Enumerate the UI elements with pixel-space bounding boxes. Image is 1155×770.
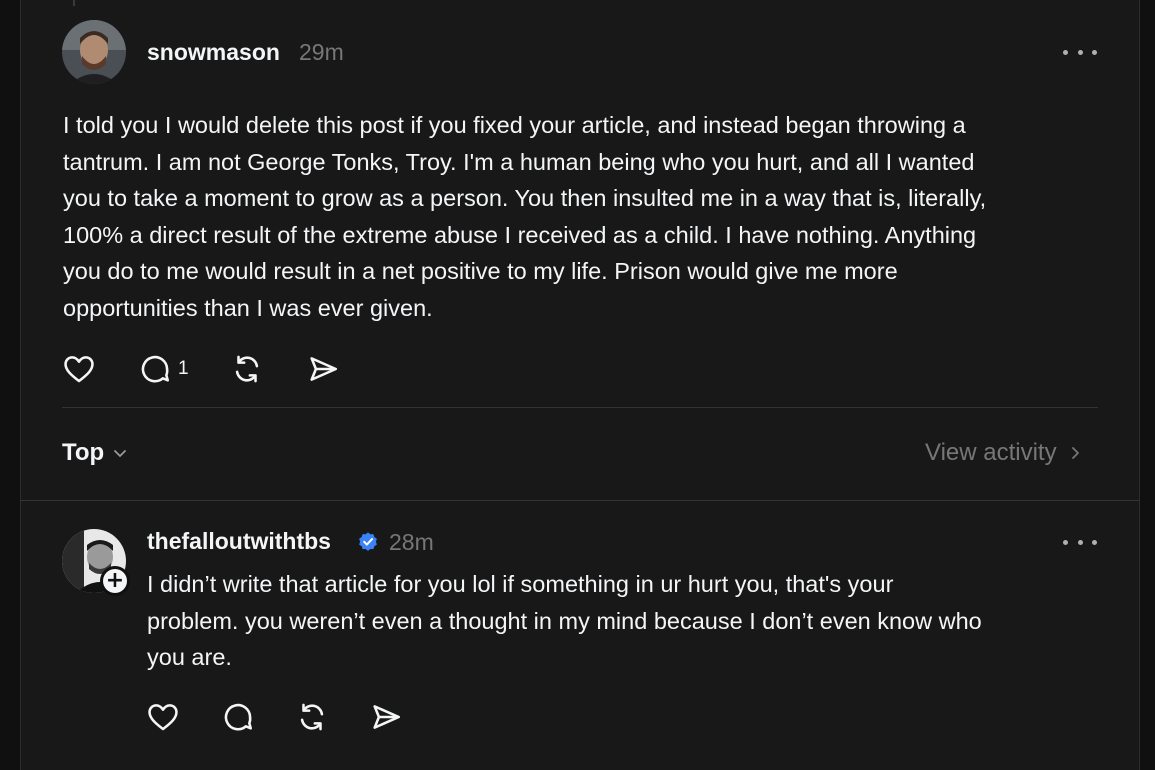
- section-divider: [20, 500, 1139, 501]
- post-username[interactable]: snowmason: [147, 39, 280, 66]
- dot: [1092, 49, 1097, 55]
- repost-icon: [235, 355, 259, 383]
- reply-like-button[interactable]: [146, 700, 221, 734]
- view-activity-link[interactable]: View activity: [925, 439, 1085, 467]
- reply-body-line: problem. you weren’t even a thought in m…: [147, 607, 982, 634]
- like-button[interactable]: [62, 352, 138, 386]
- post-more-icon[interactable]: [1063, 42, 1097, 62]
- sort-label: Top: [62, 439, 105, 466]
- plus-icon: +: [103, 569, 127, 593]
- comment-button[interactable]: 1: [138, 352, 230, 386]
- reply-timestamp[interactable]: 28m: [389, 529, 434, 556]
- reply-repost-button[interactable]: [295, 700, 369, 734]
- chevron-down-icon: [114, 450, 127, 457]
- reply-share-button[interactable]: [369, 700, 409, 734]
- thread-connector-line: [73, 0, 75, 6]
- view-activity-label: View activity: [925, 439, 1057, 466]
- reply-actions: [146, 700, 409, 734]
- reply-count: 1: [178, 358, 189, 379]
- post-body: I told you I would delete this post if y…: [63, 107, 986, 327]
- divider: [62, 407, 1098, 408]
- post-body-line: 100% a direct result of the extreme abus…: [63, 221, 977, 248]
- reply-body-line: you are.: [147, 644, 232, 671]
- dot: [1063, 49, 1068, 55]
- follow-button[interactable]: +: [100, 566, 130, 596]
- heart-icon: [148, 704, 178, 731]
- chevron-right-icon: [1071, 447, 1079, 459]
- share-icon: [310, 357, 338, 381]
- reply-comment-button[interactable]: [221, 700, 295, 734]
- share-button[interactable]: [306, 352, 346, 386]
- post-body-line: opportunities than I was ever given.: [63, 294, 433, 321]
- dot: [1063, 539, 1068, 545]
- dot: [1092, 539, 1097, 545]
- reply-body: I didn’t write that article for you lol …: [147, 566, 982, 676]
- post-body-line: you do to me would result in a net posit…: [63, 258, 898, 285]
- repost-button[interactable]: [230, 352, 306, 386]
- avatar-snowmason[interactable]: [62, 20, 126, 84]
- verified-badge-icon: [359, 532, 377, 551]
- dot: [1077, 539, 1083, 545]
- dot: [1077, 49, 1083, 55]
- post-actions: 1: [62, 352, 346, 386]
- post-timestamp[interactable]: 29m: [299, 39, 344, 66]
- comment-icon: [141, 355, 170, 383]
- repost-icon: [300, 703, 324, 731]
- post-body-line: tantrum. I am not George Tonks, Troy. I'…: [63, 148, 975, 175]
- heart-icon: [64, 356, 94, 383]
- share-icon: [373, 705, 401, 729]
- post-body-line: I told you I would delete this post if y…: [63, 112, 966, 138]
- comment-icon: [224, 703, 253, 731]
- reply-username[interactable]: thefalloutwithtbs: [147, 528, 331, 555]
- sort-dropdown[interactable]: Top: [62, 439, 130, 467]
- post-body-line: you to take a moment to grow as a person…: [63, 185, 987, 212]
- reply-body-line: I didn’t write that article for you lol …: [147, 571, 894, 597]
- reply-more-icon[interactable]: [1063, 532, 1097, 552]
